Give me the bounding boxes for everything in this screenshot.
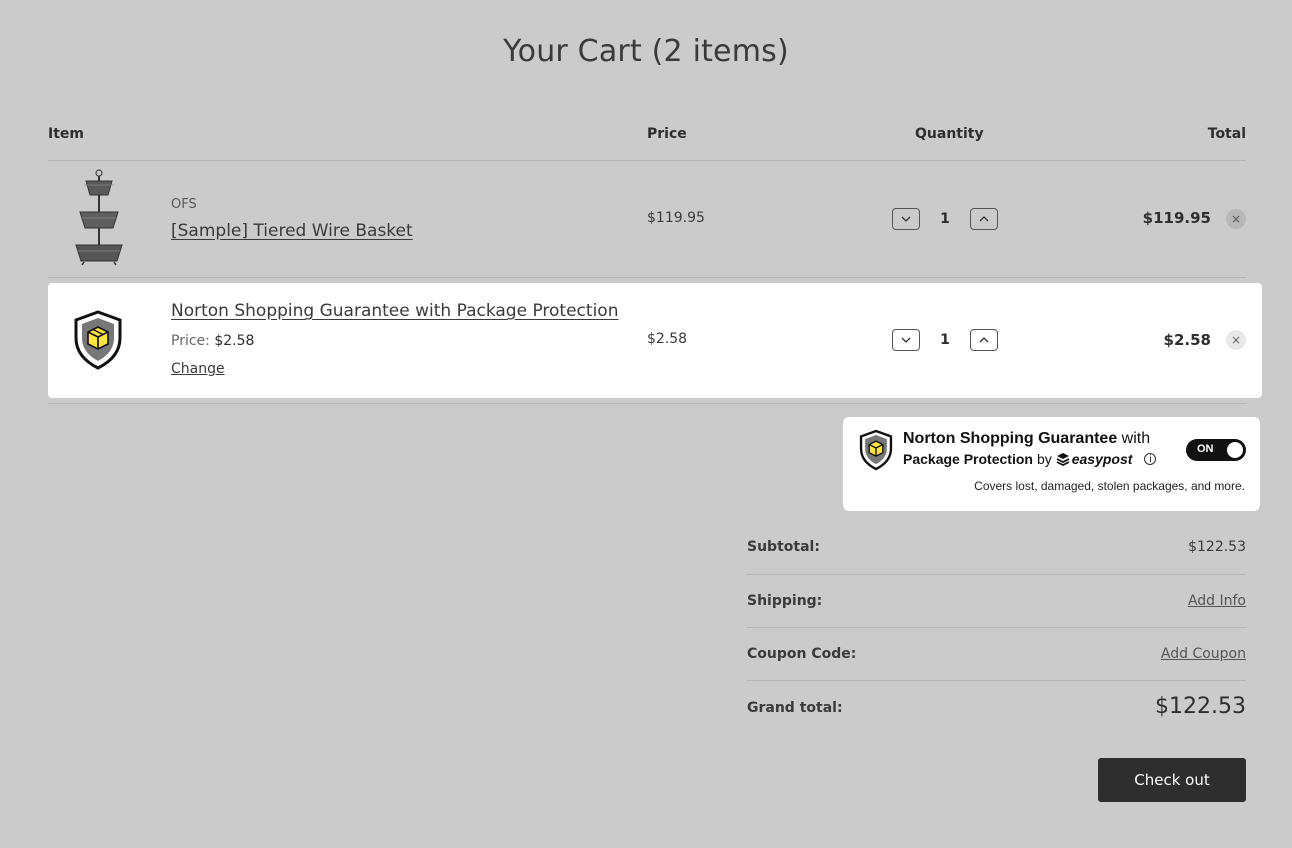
norton-unit-price: Price: $2.58 (171, 333, 254, 349)
chevron-down-icon (901, 337, 911, 343)
product-name-link[interactable]: [Sample] Tiered Wire Basket (171, 221, 413, 241)
quantity-value: 1 (940, 332, 950, 348)
product-image-basket[interactable] (70, 168, 128, 266)
shipping-add-info-link[interactable]: Add Info (1188, 593, 1246, 609)
remove-item-button[interactable]: × (1226, 209, 1246, 229)
divider (747, 627, 1246, 628)
protection-by: by (1036, 451, 1052, 467)
quantity-increase-button[interactable] (970, 208, 998, 230)
toggle-label: ON (1197, 443, 1214, 455)
grand-total-value: $122.53 (1155, 694, 1246, 719)
divider (747, 680, 1246, 681)
chevron-up-icon (979, 216, 989, 222)
quantity-stepper: 1 (892, 327, 998, 353)
header-quantity: Quantity (915, 126, 984, 142)
protection-title: Norton Shopping Guarantee with (903, 430, 1150, 448)
norton-shield-icon (73, 310, 123, 370)
norton-product-link[interactable]: Norton Shopping Guarantee with Package P… (171, 301, 618, 321)
quantity-decrease-button[interactable] (892, 329, 920, 351)
easypost-logo: easypost (1056, 451, 1133, 467)
protection-subtitle: Package Protection by easypost i (903, 451, 1157, 467)
protection-title-rest: with (1117, 430, 1151, 447)
easypost-icon (1056, 453, 1070, 466)
coupon-label: Coupon Code: (747, 646, 857, 662)
cart-page: Your Cart (2 items) Item Price Quantity … (0, 0, 1292, 848)
grand-total-label: Grand total: (747, 700, 843, 716)
add-coupon-link[interactable]: Add Coupon (1161, 646, 1246, 662)
close-icon: × (1230, 212, 1242, 226)
divider (48, 277, 1246, 278)
chevron-down-icon (901, 216, 911, 222)
chevron-up-icon (979, 337, 989, 343)
easypost-label: easypost (1071, 451, 1133, 467)
checkout-button[interactable]: Check out (1098, 758, 1246, 802)
header-price: Price (647, 126, 687, 142)
quantity-increase-button[interactable] (970, 329, 998, 351)
line-total: $2.58 (1163, 331, 1211, 349)
norton-shield-icon (859, 429, 893, 471)
close-icon: × (1230, 333, 1242, 347)
quantity-decrease-button[interactable] (892, 208, 920, 230)
page-title: Your Cart (2 items) (503, 34, 789, 69)
subtotal-value: $122.53 (1188, 539, 1246, 555)
line-total: $119.95 (1142, 209, 1211, 227)
protection-description: Covers lost, damaged, stolen packages, a… (974, 479, 1245, 493)
header-item: Item (48, 126, 84, 142)
divider (48, 160, 1246, 161)
product-price: $2.58 (647, 331, 688, 347)
toggle-knob (1227, 442, 1243, 458)
norton-price-value: $2.58 (214, 333, 255, 349)
protection-title-bold: Norton Shopping Guarantee (903, 430, 1118, 447)
quantity-value: 1 (940, 211, 950, 227)
subtotal-label: Subtotal: (747, 539, 820, 555)
protection-toggle[interactable]: ON (1186, 439, 1246, 461)
info-icon[interactable]: i (1144, 453, 1157, 465)
package-protection-widget: Norton Shopping Guarantee with Package P… (843, 417, 1260, 511)
header-total: Total (1207, 126, 1246, 142)
protection-subtitle-bold: Package Protection (903, 451, 1033, 467)
shipping-label: Shipping: (747, 593, 823, 609)
product-brand: OFS (171, 197, 197, 212)
norton-change-link[interactable]: Change (171, 361, 225, 377)
divider (747, 574, 1246, 575)
quantity-stepper: 1 (892, 206, 998, 232)
product-price: $119.95 (647, 210, 705, 226)
remove-item-button[interactable]: × (1226, 330, 1246, 350)
divider (48, 403, 1246, 404)
norton-price-label: Price: (171, 333, 210, 349)
